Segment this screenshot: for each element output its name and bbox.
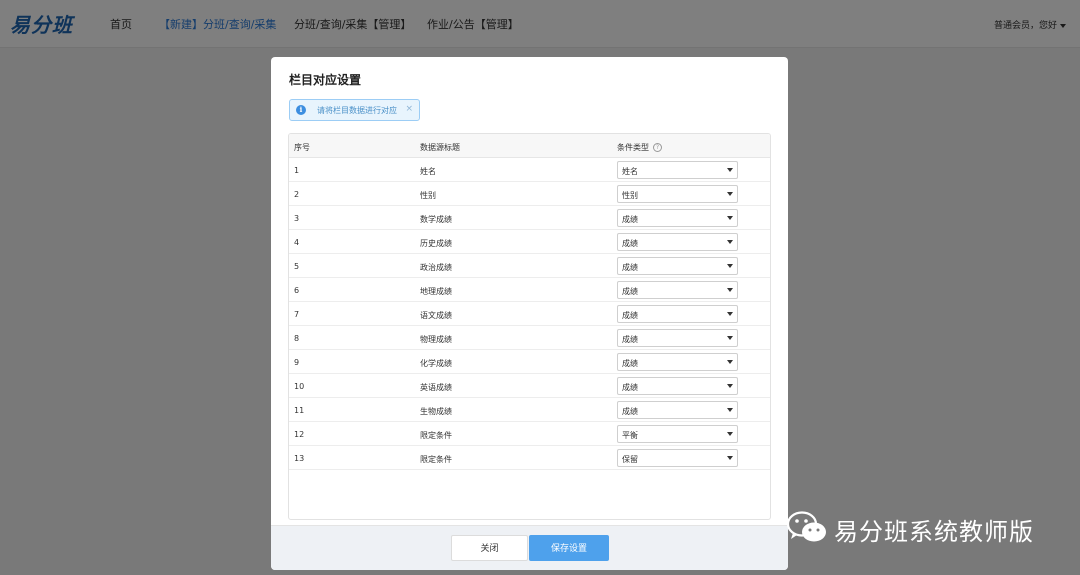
column-header-index: 序号 [294,143,310,152]
select-value: 成绩 [622,287,638,296]
row-index: 13 [294,454,305,463]
select-value: 成绩 [622,311,638,320]
select-value: 成绩 [622,359,638,368]
row-index: 8 [294,334,300,343]
table-row: 12 限定条件 平衡 [289,422,770,446]
table-row: 5 政治成绩 成绩 [289,254,770,278]
condition-type-select[interactable]: 成绩 [617,353,738,371]
save-settings-button[interactable]: 保存设置 [529,535,609,561]
row-source-title: 历史成绩 [420,239,452,248]
select-value: 成绩 [622,239,638,248]
chevron-down-icon [727,408,733,412]
dialog-title: 栏目对应设置 [289,73,362,87]
column-header-condition-type: 条件类型? [617,142,662,153]
row-source-title: 限定条件 [420,431,452,440]
chevron-down-icon [727,240,733,244]
chevron-down-icon [727,360,733,364]
row-source-title: 地理成绩 [420,287,452,296]
info-icon: i [296,105,306,115]
table-header: 序号 数据源标题 条件类型? [289,134,770,158]
table-row: 3 数学成绩 成绩 [289,206,770,230]
select-value: 成绩 [622,407,638,416]
select-value: 成绩 [622,263,638,272]
row-index: 12 [294,430,305,439]
wechat-icon [786,511,826,542]
condition-type-select[interactable]: 平衡 [617,425,738,443]
chevron-down-icon [727,312,733,316]
condition-type-select[interactable]: 成绩 [617,233,738,251]
condition-type-select[interactable]: 成绩 [617,281,738,299]
table-row: 11 生物成绩 成绩 [289,398,770,422]
table-body: 1 姓名 姓名 2 性别 性别 3 数学成绩 成绩 4 历史成绩 成绩 5 政治成绩 成绩 6 地理成绩 成绩 7 语… [289,158,770,470]
condition-type-select[interactable]: 成绩 [617,257,738,275]
help-icon[interactable]: ? [653,143,662,152]
row-index: 9 [294,358,300,367]
row-index: 4 [294,238,300,247]
row-index: 2 [294,190,300,199]
select-value: 平衡 [622,431,638,440]
select-value: 保留 [622,455,638,464]
row-source-title: 限定条件 [420,455,452,464]
row-source-title: 姓名 [420,167,436,176]
select-value: 成绩 [622,215,638,224]
select-value: 姓名 [622,167,638,176]
chevron-down-icon [727,456,733,460]
row-index: 6 [294,286,300,295]
alert-text: 请将栏目数据进行对应 [317,106,397,115]
mapping-table: 序号 数据源标题 条件类型? 1 姓名 姓名 2 性别 性别 3 数学成绩 成绩 4 历史成绩 成绩 5… [288,133,771,520]
row-source-title: 生物成绩 [420,407,452,416]
table-row: 9 化学成绩 成绩 [289,350,770,374]
chevron-down-icon [727,216,733,220]
row-source-title: 政治成绩 [420,263,452,272]
row-source-title: 语文成绩 [420,311,452,320]
chevron-down-icon [727,192,733,196]
row-index: 10 [294,382,305,391]
chevron-down-icon [727,168,733,172]
row-index: 1 [294,166,300,175]
table-row: 1 姓名 姓名 [289,158,770,182]
chevron-down-icon [727,384,733,388]
row-index: 11 [294,406,305,415]
condition-type-select[interactable]: 成绩 [617,209,738,227]
chevron-down-icon [727,336,733,340]
column-header-source-title: 数据源标题 [420,143,460,152]
condition-type-select[interactable]: 性别 [617,185,738,203]
condition-type-select[interactable]: 成绩 [617,329,738,347]
row-index: 5 [294,262,300,271]
condition-type-select[interactable]: 姓名 [617,161,738,179]
close-button[interactable]: 关闭 [451,535,528,561]
row-source-title: 数学成绩 [420,215,452,224]
table-row: 10 英语成绩 成绩 [289,374,770,398]
select-value: 性别 [622,191,638,200]
select-value: 成绩 [622,383,638,392]
condition-type-select[interactable]: 成绩 [617,401,738,419]
row-index: 3 [294,214,300,223]
dialog-footer: 关闭 保存设置 [271,525,788,570]
condition-type-select[interactable]: 成绩 [617,305,738,323]
row-source-title: 英语成绩 [420,383,452,392]
chevron-down-icon [727,264,733,268]
row-source-title: 化学成绩 [420,359,452,368]
column-mapping-dialog: 栏目对应设置 i 请将栏目数据进行对应 × 序号 数据源标题 条件类型? 1 姓名… [271,57,788,570]
alert-close-icon[interactable]: × [405,104,413,114]
table-row: 2 性别 性别 [289,182,770,206]
row-source-title: 性别 [420,191,436,200]
table-row: 7 语文成绩 成绩 [289,302,770,326]
watermark-text: 易分班系统教师版 [834,518,1034,546]
chevron-down-icon [727,288,733,292]
table-row: 8 物理成绩 成绩 [289,326,770,350]
chevron-down-icon [727,432,733,436]
condition-type-select[interactable]: 成绩 [617,377,738,395]
table-row: 6 地理成绩 成绩 [289,278,770,302]
select-value: 成绩 [622,335,638,344]
row-source-title: 物理成绩 [420,335,452,344]
table-row: 13 限定条件 保留 [289,446,770,470]
condition-type-select[interactable]: 保留 [617,449,738,467]
row-index: 7 [294,310,300,319]
info-alert: i 请将栏目数据进行对应 × [289,99,420,121]
table-row: 4 历史成绩 成绩 [289,230,770,254]
column-header-condition-type-label: 条件类型 [617,143,649,152]
